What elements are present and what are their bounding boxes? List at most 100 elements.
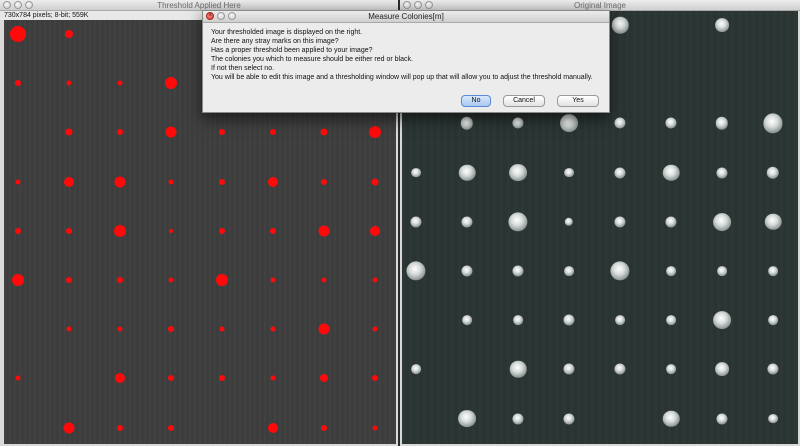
window-controls — [403, 1, 433, 9]
colony — [270, 326, 276, 332]
colony — [15, 80, 21, 87]
colony — [766, 166, 780, 179]
colony — [268, 422, 278, 433]
colony — [169, 228, 173, 233]
zoom-icon[interactable] — [425, 1, 433, 9]
colony — [219, 326, 225, 332]
colony — [114, 224, 126, 237]
colony — [713, 212, 731, 231]
colony — [270, 277, 276, 283]
yes-button[interactable]: Yes — [557, 95, 599, 107]
colony — [662, 410, 680, 427]
colony — [460, 117, 474, 130]
colony — [410, 216, 422, 228]
colony — [219, 375, 225, 382]
colony — [15, 179, 21, 185]
colony — [713, 311, 731, 330]
colony — [406, 261, 426, 281]
colony — [614, 363, 626, 375]
colony — [65, 128, 73, 136]
colony — [563, 363, 575, 375]
message-line: If not then select no. — [211, 65, 275, 72]
window-title: Original Image — [573, 1, 627, 10]
colony — [614, 117, 626, 129]
colony — [717, 266, 727, 276]
window-controls — [206, 10, 236, 22]
colony — [115, 373, 125, 384]
colony — [168, 326, 174, 333]
colony — [768, 315, 778, 326]
colony — [715, 117, 729, 130]
colony — [318, 323, 330, 335]
zoom-icon[interactable] — [228, 12, 236, 20]
colony — [614, 167, 626, 179]
colony — [270, 129, 276, 136]
colony — [716, 167, 728, 179]
colony — [509, 361, 527, 378]
minimize-icon[interactable] — [414, 1, 422, 9]
colony — [372, 375, 378, 382]
colony — [461, 265, 473, 277]
close-icon[interactable] — [206, 10, 214, 22]
colony — [666, 315, 676, 326]
colony — [666, 364, 676, 375]
colony — [168, 277, 174, 283]
minimize-icon[interactable] — [217, 12, 225, 20]
colony — [369, 126, 381, 139]
colony — [66, 227, 72, 234]
colony — [512, 117, 524, 129]
colony — [318, 225, 330, 237]
minimize-icon[interactable] — [14, 1, 22, 9]
message-line: Are there any stray marks on this image? — [211, 38, 339, 45]
colony — [168, 375, 174, 382]
colony — [66, 80, 72, 86]
colony — [715, 362, 729, 377]
close-icon[interactable] — [3, 1, 11, 9]
colony — [662, 164, 680, 181]
colony — [321, 424, 327, 431]
colony — [564, 167, 574, 178]
colony — [560, 114, 578, 133]
colony — [66, 326, 72, 332]
zoom-icon[interactable] — [25, 1, 33, 9]
colony — [168, 179, 174, 185]
colony — [411, 364, 421, 375]
colony — [66, 277, 72, 283]
cancel-button[interactable]: Cancel — [503, 95, 545, 107]
colony — [268, 176, 278, 187]
colony — [372, 425, 378, 431]
colony — [321, 277, 327, 283]
colony — [461, 216, 473, 228]
colony — [371, 178, 379, 186]
colony — [563, 314, 575, 326]
colony — [168, 424, 174, 431]
colony — [15, 375, 21, 381]
colony — [64, 176, 74, 187]
colony — [270, 375, 276, 381]
colony — [216, 274, 228, 286]
message-line: Your thresholded image is displayed on t… — [211, 29, 363, 36]
window-title: Threshold Applied Here — [157, 1, 241, 10]
message-line: Has a proper threshold been applied to y… — [211, 47, 373, 54]
close-icon[interactable] — [403, 1, 411, 9]
colony — [563, 413, 575, 425]
dialog-title: Measure Colonies[m] — [368, 12, 444, 21]
colony — [716, 413, 728, 425]
colony — [12, 274, 24, 286]
colony — [512, 265, 524, 277]
colony — [768, 266, 778, 276]
colony — [768, 413, 778, 424]
measure-colonies-dialog[interactable]: Measure Colonies[m] Your thresholded ima… — [202, 10, 610, 113]
dialog-titlebar[interactable]: Measure Colonies[m] — [203, 10, 609, 23]
no-button[interactable]: No — [461, 95, 491, 107]
colony — [372, 326, 378, 332]
colony — [219, 227, 225, 234]
colony — [411, 167, 421, 178]
colony — [615, 315, 625, 326]
colony — [512, 413, 524, 425]
colony — [320, 128, 328, 136]
dialog-buttons: No Cancel Yes — [461, 95, 599, 107]
colony — [764, 213, 782, 231]
colony — [117, 129, 123, 136]
colony — [165, 77, 177, 90]
